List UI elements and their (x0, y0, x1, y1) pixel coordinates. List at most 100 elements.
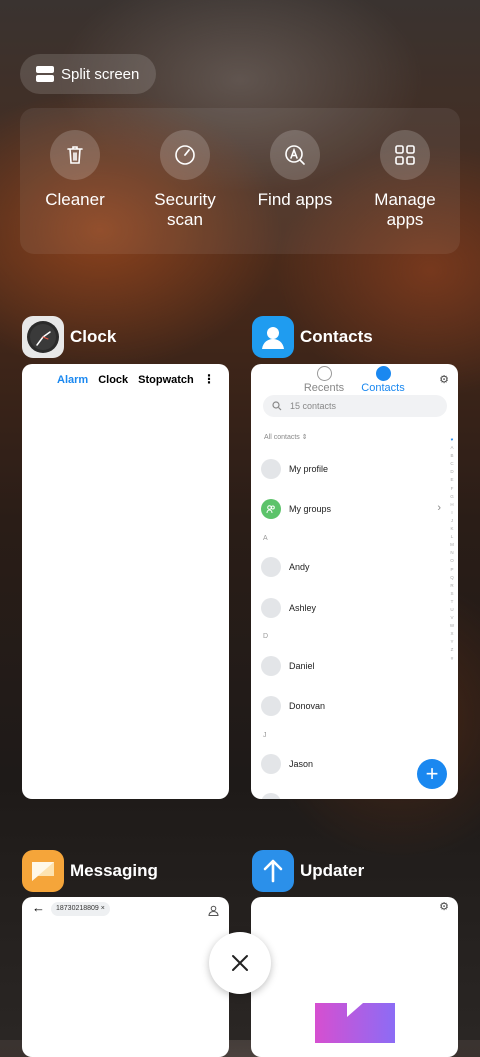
alphabet-index-scrollbar[interactable]: ♥ A B C D E F G H I J K L M N O P Q R S T U V W X Y Z # (448, 436, 456, 663)
quick-actions-panel: Cleaner Security scan Find apps Manage a… (20, 108, 460, 254)
index-letter[interactable]: Z (448, 646, 456, 654)
index-letter[interactable]: D (448, 468, 456, 476)
plus-icon: + (425, 761, 439, 786)
list-item[interactable]: Ashley (261, 595, 316, 621)
index-letter[interactable]: Q (448, 574, 456, 582)
index-letter[interactable]: G (448, 493, 456, 501)
person-icon (375, 366, 391, 381)
grid-icon (380, 130, 430, 180)
group-icon (261, 499, 281, 519)
contact-name: My groups (289, 504, 332, 514)
index-letter[interactable]: Y (448, 638, 456, 646)
updater-app-card[interactable]: ⚙ (251, 897, 458, 1057)
list-item[interactable]: My profile (261, 456, 328, 482)
clear-all-button[interactable] (209, 932, 271, 994)
tab-contacts[interactable]: Contacts (353, 366, 413, 394)
list-item[interactable]: Andy (261, 554, 310, 580)
avatar (261, 598, 281, 618)
index-letter[interactable]: I (448, 509, 456, 517)
index-letter[interactable]: U (448, 606, 456, 614)
index-letter[interactable]: K (448, 525, 456, 533)
index-letter[interactable]: P (448, 566, 456, 574)
split-screen-button[interactable]: Split screen (20, 54, 156, 94)
index-letter[interactable]: V (448, 614, 456, 622)
index-letter[interactable]: L (448, 533, 456, 541)
contacts-app-header[interactable]: Contacts (252, 316, 373, 358)
index-letter[interactable]: H (448, 501, 456, 509)
index-letter[interactable]: C (448, 460, 456, 468)
index-letter[interactable]: ♥ (448, 436, 456, 444)
contact-name: My profile (289, 464, 329, 474)
clock-app-name: Clock (70, 327, 117, 346)
index-letter[interactable]: N (448, 549, 456, 557)
index-letter[interactable]: F (448, 485, 456, 493)
find-apps-icon (270, 130, 320, 180)
index-letter[interactable]: W (448, 622, 456, 630)
cleaner-button[interactable]: Cleaner (20, 130, 130, 210)
index-letter[interactable]: A (448, 444, 456, 452)
tab-recents[interactable]: Recents (294, 366, 354, 394)
close-icon (232, 955, 248, 971)
contacts-app-card[interactable]: Recents Contacts ⚙ 15 contacts All conta… (251, 364, 458, 799)
recipient-number: 18730218809 (56, 905, 99, 912)
index-letter[interactable]: T (448, 598, 456, 606)
security-scan-label: Security scan (154, 190, 216, 229)
avatar (261, 557, 281, 577)
close-chip-icon[interactable]: × (101, 905, 105, 912)
contacts-search-input[interactable]: 15 contacts (263, 395, 447, 417)
search-icon (272, 401, 282, 411)
tab-alarm[interactable]: Alarm (57, 374, 88, 386)
find-apps-button[interactable]: Find apps (240, 130, 350, 210)
manage-apps-label: Manage apps (374, 190, 436, 229)
clock-app-header[interactable]: Clock (22, 316, 116, 358)
index-letter[interactable]: # (448, 655, 456, 663)
messaging-app-card[interactable]: ← 18730218809 × (22, 897, 229, 1057)
index-letter[interactable]: M (448, 541, 456, 549)
tab-stopwatch[interactable]: Stopwatch (138, 374, 194, 386)
manage-apps-button[interactable]: Manage apps (350, 130, 460, 230)
contact-name: Ashley (289, 603, 317, 613)
tab-recents-label: Recents (303, 382, 345, 394)
settings-gear-icon[interactable]: ⚙ (439, 373, 449, 386)
more-options-icon[interactable]: ⋮ (203, 372, 215, 386)
list-item[interactable]: Daniel (261, 653, 315, 679)
contacts-filter-dropdown[interactable]: All contacts ⇕ (264, 433, 308, 441)
index-letter[interactable]: B (448, 452, 456, 460)
find-apps-label: Find apps (257, 190, 333, 209)
tab-clock[interactable]: Clock (98, 374, 128, 386)
contact-name: Donovan (289, 701, 326, 711)
updater-app-header[interactable]: Updater (252, 850, 364, 892)
contacts-icon (252, 316, 294, 358)
contact-name: Daniel (289, 661, 315, 671)
messaging-app-name: Messaging (70, 861, 158, 880)
add-contact-button[interactable]: + (417, 759, 447, 789)
index-letter[interactable]: J (448, 517, 456, 525)
recipient-chip[interactable]: 18730218809 × (51, 902, 110, 916)
messaging-app-header[interactable]: Messaging (22, 850, 158, 892)
index-letter[interactable]: X (448, 630, 456, 638)
settings-gear-icon[interactable]: ⚙ (439, 900, 449, 913)
list-item[interactable]: My groups (261, 496, 331, 522)
clock-app-card[interactable]: Alarm Clock Stopwatch ⋮ (22, 364, 229, 799)
index-letter[interactable]: R (448, 582, 456, 590)
back-arrow-icon[interactable]: ← (32, 900, 45, 915)
index-letter[interactable]: E (448, 476, 456, 484)
phone-icon (316, 366, 332, 381)
list-item (261, 790, 289, 799)
speedometer-icon (160, 130, 210, 180)
security-scan-button[interactable]: Security scan (130, 130, 240, 230)
index-letter[interactable]: S (448, 590, 456, 598)
list-item[interactable]: Donovan (261, 693, 325, 719)
sort-arrows-icon: ⇕ (301, 434, 308, 441)
list-item[interactable]: Jason (261, 751, 313, 777)
contact-person-icon[interactable] (208, 903, 219, 921)
contacts-filter-label: All contacts (264, 434, 300, 441)
miui-logo (315, 1003, 395, 1043)
tab-contacts-label: Contacts (361, 382, 405, 394)
contacts-app-name: Contacts (300, 327, 373, 346)
index-letter[interactable]: O (448, 557, 456, 565)
messaging-icon (22, 850, 64, 892)
avatar (261, 754, 281, 774)
contact-name: Jason (289, 759, 314, 769)
section-header: D (263, 633, 269, 640)
